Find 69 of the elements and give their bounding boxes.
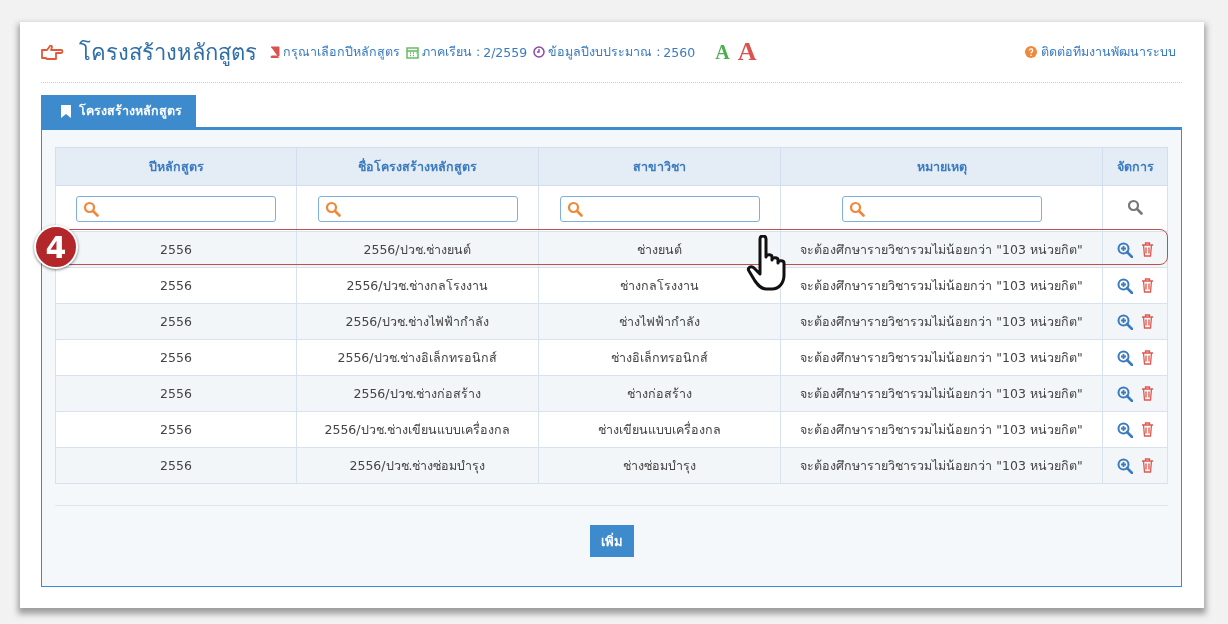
- table-cell: จะต้องศึกษารายวิชารวมไม่น้อยกว่า "103 หน่วยกิต": [780, 303, 1103, 340]
- page-title: โครงสร้างหลักสูตร: [79, 38, 257, 68]
- table-cell: จะต้องศึกษารายวิชารวมไม่น้อยกว่า "103 หน่วยกิต": [780, 267, 1103, 304]
- zoom-in-icon[interactable]: [1116, 421, 1133, 438]
- search-icon: [83, 200, 99, 217]
- search-field[interactable]: [559, 195, 760, 222]
- table-cell: 2556/ปวช.ช่างไฟฟ้ากำลัง: [296, 303, 539, 340]
- zoom-in-icon[interactable]: [1116, 313, 1133, 330]
- table-cell: 2556: [55, 447, 297, 484]
- table-cell: ช่างก่อสร้าง: [538, 375, 781, 412]
- curriculum-year-link[interactable]: กรุณาเลือกปีหลักสูตร: [283, 42, 400, 62]
- column-header: ปีหลักสูตร: [55, 147, 297, 186]
- table-cell: จะต้องศึกษารายวิชารวมไม่น้อยกว่า "103 หน่วยกิต": [780, 447, 1103, 484]
- help-link[interactable]: ติดต่อทีมงานพัฒนาระบบ: [1041, 42, 1176, 62]
- info-label: ภาคเรียน :: [422, 43, 481, 61]
- table-cell: 2556/ปวช.ช่างก่อสร้าง: [296, 375, 539, 412]
- table-cell: 2556: [55, 411, 297, 448]
- table-cell: ช่างอิเล็กทรอนิกส์: [538, 339, 781, 376]
- zoom-in-icon[interactable]: [1116, 385, 1133, 402]
- column-header: สาขาวิชา: [538, 147, 781, 186]
- trash-icon[interactable]: [1140, 350, 1154, 365]
- calendar-icon: [406, 45, 419, 59]
- help-icon: [1025, 46, 1037, 58]
- table-cell: 2556/ปวช.ช่างซ่อมบำรุง: [296, 447, 539, 484]
- table-cell: 2556/ปวช.ช่างยนต์: [296, 231, 539, 268]
- table-cell: 2556: [55, 303, 297, 340]
- column-header: ชื่อโครงสร้างหลักสูตร: [296, 147, 539, 186]
- search-field[interactable]: [317, 195, 518, 222]
- trash-icon[interactable]: [1140, 422, 1154, 437]
- trash-icon[interactable]: [1140, 458, 1154, 473]
- table-cell: ช่างเขียนแบบเครื่องกล: [538, 411, 781, 448]
- search-field[interactable]: [841, 195, 1042, 222]
- info-value: 2/2559: [483, 44, 528, 60]
- table-cell: 2556: [55, 375, 297, 412]
- column-header: จัดการ: [1102, 147, 1168, 186]
- zoom-in-icon[interactable]: [1116, 241, 1133, 258]
- table-cell: จะต้องศึกษารายวิชารวมไม่น้อยกว่า "103 หน่วยกิต": [780, 375, 1103, 412]
- trash-icon[interactable]: [1140, 242, 1154, 257]
- search-icon: [848, 200, 865, 217]
- table-cell: 2556/ปวช.ช่างเขียนแบบเครื่องกล: [296, 411, 539, 448]
- table-cell: 2556: [55, 267, 297, 304]
- step-badge: 4: [34, 225, 78, 269]
- info-label: ข้อมูลปีงบประมาณ :: [548, 43, 661, 62]
- zoom-in-icon[interactable]: [1116, 277, 1133, 294]
- search-icon: [566, 200, 583, 217]
- column-header: หมายเหตุ: [780, 147, 1103, 186]
- table-cell: จะต้องศึกษารายวิชารวมไม่น้อยกว่า "103 หน่วยกิต": [780, 339, 1103, 376]
- search-button-icon: [1127, 199, 1143, 215]
- table-cell: 2556/ปวช.ช่างกลโรงงาน: [296, 267, 539, 304]
- font-size-button[interactable]: A: [715, 40, 730, 64]
- font-size-button[interactable]: A: [737, 37, 757, 67]
- trash-icon[interactable]: [1140, 314, 1154, 329]
- zoom-in-icon[interactable]: [1116, 457, 1133, 474]
- trash-icon[interactable]: [1140, 386, 1154, 401]
- table-cell: 2556: [55, 339, 297, 376]
- clock-icon: [533, 46, 546, 58]
- add-button[interactable]: เพิ่ม: [589, 525, 634, 557]
- table-cell: ช่างซ่อมบำรุง: [538, 447, 781, 484]
- tab[interactable]: โครงสร้างหลักสูตร: [41, 95, 196, 127]
- search-icon: [324, 200, 341, 217]
- trash-icon[interactable]: [1140, 278, 1154, 293]
- table-cell: 2556/ปวช.ช่างอิเล็กทรอนิกส์: [296, 339, 539, 376]
- table-cell: ช่างไฟฟ้ากำลัง: [538, 303, 781, 340]
- zoom-in-icon[interactable]: [1116, 349, 1133, 366]
- table-cell: จะต้องศึกษารายวิชารวมไม่น้อยกว่า "103 หน่วยกิต": [780, 411, 1103, 448]
- search-field[interactable]: [76, 195, 276, 222]
- info-value: 2560: [663, 44, 696, 60]
- pointing-hand-icon: [41, 43, 65, 61]
- bookmark-icon: [61, 104, 71, 118]
